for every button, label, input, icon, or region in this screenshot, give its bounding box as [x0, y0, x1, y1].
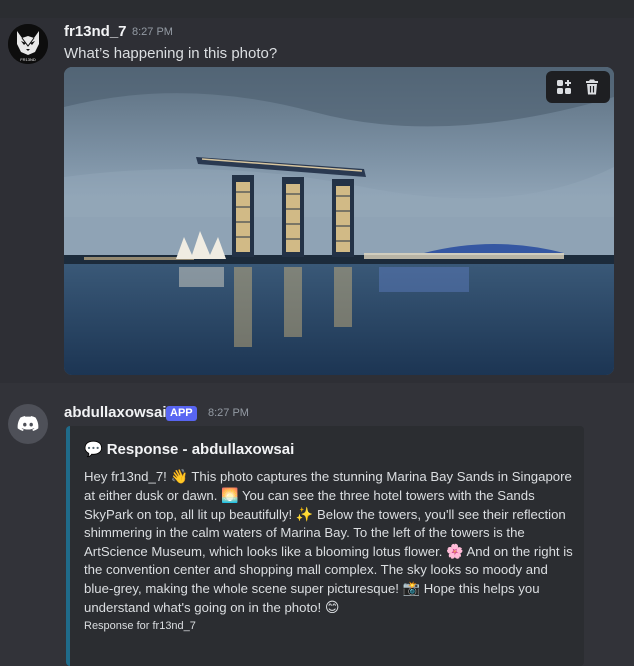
trash-icon — [586, 79, 598, 95]
speech-bubble-icon: 💬 — [84, 441, 103, 458]
message-text: What’s happening in this photo? — [64, 45, 278, 62]
previous-message-edge — [0, 0, 634, 18]
embed-body: Hey fr13nd_7! 👋 This photo captures the … — [84, 467, 574, 617]
username-abdullaxowsai[interactable]: abdullaxowsai — [64, 404, 167, 421]
app-badge: APP — [166, 406, 197, 421]
waving-hand-icon: 👋 — [170, 468, 188, 484]
apps-button[interactable] — [550, 73, 578, 101]
apps-icon — [557, 80, 571, 94]
cherry-blossom-icon: 🌸 — [446, 543, 464, 559]
timestamp: 8:27 PM — [208, 407, 249, 419]
message-fr13nd[interactable]: FR13ND fr13nd_7 8:27 PM What’s happening… — [0, 18, 634, 383]
wolf-logo-icon: FR13ND — [8, 24, 48, 64]
embed-title-text: Response - abdullaxowsai — [106, 440, 295, 458]
timestamp: 8:27 PM — [132, 26, 173, 38]
sparkles-icon: ✨ — [295, 506, 314, 522]
attached-photo[interactable] — [64, 67, 614, 375]
marina-bay-photo — [64, 67, 614, 375]
embed-footer: Response for fr13nd_7 — [84, 620, 196, 632]
response-embed: 💬 Response - abdullaxowsai Hey fr13nd_7!… — [66, 426, 584, 666]
body-text: Hey fr13nd_7! — [84, 469, 171, 484]
camera-flash-icon: 📸 — [402, 580, 421, 596]
username-fr13nd[interactable]: fr13nd_7 — [64, 23, 127, 40]
delete-button[interactable] — [578, 73, 606, 101]
avatar-logo-text: FR13ND — [20, 57, 36, 62]
avatar-abdullaxowsai[interactable] — [8, 404, 48, 444]
attachment-actions — [546, 71, 610, 103]
discord-icon — [17, 416, 39, 431]
smiling-face-icon: 😊 — [324, 599, 340, 615]
sunrise-icon: 🌅 — [221, 487, 239, 503]
embed-title: 💬 Response - abdullaxowsai — [84, 440, 295, 459]
avatar-fr13nd[interactable]: FR13ND — [8, 24, 48, 64]
